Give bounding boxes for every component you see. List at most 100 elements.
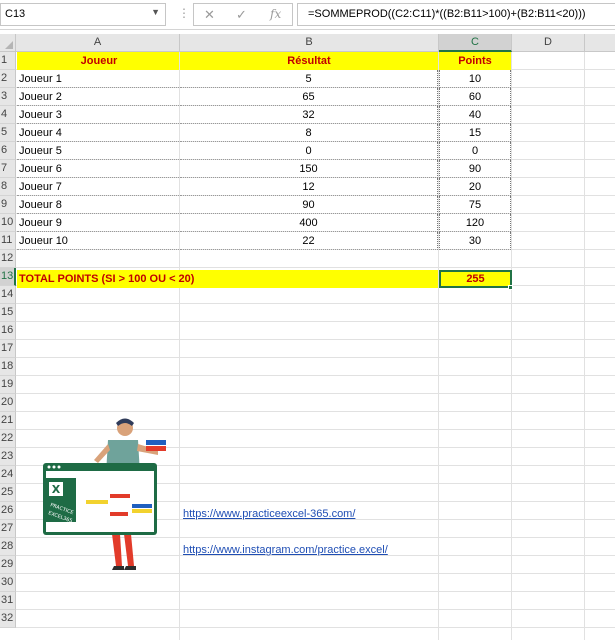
row-header-6[interactable]: 6 [0, 142, 16, 160]
cell-joueur[interactable]: Joueur 5 [17, 142, 179, 160]
cell-resultat[interactable]: 5 [180, 70, 438, 88]
cell-joueur[interactable]: Joueur 7 [17, 178, 179, 196]
row-header-15[interactable]: 15 [0, 304, 16, 322]
website-link[interactable]: https://www.practiceexcel-365.com/ [183, 508, 355, 520]
grid-line [16, 339, 615, 340]
row-header-32[interactable]: 32 [0, 610, 16, 628]
cell-points[interactable]: 60 [439, 88, 511, 106]
row-header-8[interactable]: 8 [0, 178, 16, 196]
row-header-23[interactable]: 23 [0, 448, 16, 466]
row-header-2[interactable]: 2 [0, 70, 16, 88]
row-header-7[interactable]: 7 [0, 160, 16, 178]
fill-handle[interactable] [508, 285, 513, 290]
cell-points[interactable]: 10 [439, 70, 511, 88]
row-header-12[interactable]: 12 [0, 250, 16, 268]
row-header-17[interactable]: 17 [0, 340, 16, 358]
grid-line [16, 591, 615, 592]
cell-resultat[interactable]: 150 [180, 160, 438, 178]
header-points[interactable]: Points [439, 52, 511, 70]
row-header-4[interactable]: 4 [0, 106, 16, 124]
cancel-icon[interactable]: ✕ [204, 7, 215, 23]
cell-points[interactable]: 0 [439, 142, 511, 160]
cell-points[interactable]: 75 [439, 196, 511, 214]
column-header-d[interactable]: D [512, 34, 585, 52]
cell-points[interactable]: 30 [439, 232, 511, 250]
chevron-down-icon[interactable]: ▼ [151, 7, 160, 17]
row-header-21[interactable]: 21 [0, 412, 16, 430]
row-header-19[interactable]: 19 [0, 376, 16, 394]
formula-input[interactable]: =SOMMEPROD((C2:C11)*((B2:B11>100)+(B2:B1… [297, 3, 615, 26]
row-header-14[interactable]: 14 [0, 286, 16, 304]
cell-points[interactable]: 20 [439, 178, 511, 196]
grid-line [16, 609, 615, 610]
cell-joueur[interactable]: Joueur 2 [17, 88, 179, 106]
row-header-31[interactable]: 31 [0, 592, 16, 610]
cell-joueur[interactable]: Joueur 1 [17, 70, 179, 88]
row-header-27[interactable]: 27 [0, 520, 16, 538]
row-header-1[interactable]: 1 [0, 52, 16, 70]
row-header-24[interactable]: 24 [0, 466, 16, 484]
grid-line [16, 411, 615, 412]
practice-excel-illustration: X PRACTICE EXCEL365 [43, 418, 166, 570]
row-header-22[interactable]: 22 [0, 430, 16, 448]
header-joueur[interactable]: Joueur [17, 52, 179, 70]
grid-line [16, 393, 615, 394]
cell-resultat[interactable]: 90 [180, 196, 438, 214]
column-header-b[interactable]: B [180, 34, 439, 52]
cell-resultat[interactable]: 400 [180, 214, 438, 232]
cell-resultat[interactable]: 22 [180, 232, 438, 250]
fx-icon[interactable]: fx [270, 7, 281, 21]
total-label[interactable]: TOTAL POINTS (SI > 100 OU < 20) [17, 270, 438, 288]
name-box[interactable]: C13 ▼ [0, 3, 166, 26]
row-header-13[interactable]: 13 [0, 268, 16, 286]
column-header-c[interactable]: C [439, 34, 512, 52]
column-header-a[interactable]: A [16, 34, 180, 52]
confirm-icon[interactable]: ✓ [236, 7, 247, 23]
cell-joueur[interactable]: Joueur 6 [17, 160, 179, 178]
grid-line [16, 303, 615, 304]
row-header-16[interactable]: 16 [0, 322, 16, 340]
cell-resultat[interactable]: 32 [180, 106, 438, 124]
select-all-corner[interactable] [0, 34, 16, 52]
cell-points[interactable]: 120 [439, 214, 511, 232]
row-header-5[interactable]: 5 [0, 124, 16, 142]
grid-line [16, 375, 615, 376]
row-header-29[interactable]: 29 [0, 556, 16, 574]
name-box-value: C13 [5, 8, 26, 20]
cell-joueur[interactable]: Joueur 10 [17, 232, 179, 250]
row-header-9[interactable]: 9 [0, 196, 16, 214]
row-header-11[interactable]: 11 [0, 232, 16, 250]
row-header-20[interactable]: 20 [0, 394, 16, 412]
cell-resultat[interactable]: 12 [180, 178, 438, 196]
column-header-e[interactable] [585, 34, 615, 52]
grid-line [16, 321, 615, 322]
cell-resultat[interactable]: 0 [180, 142, 438, 160]
row-header-10[interactable]: 10 [0, 214, 16, 232]
grid-line [16, 267, 615, 268]
row-header-28[interactable]: 28 [0, 538, 16, 556]
cell-resultat[interactable]: 65 [180, 88, 438, 106]
svg-text:X: X [52, 483, 61, 496]
row-header-18[interactable]: 18 [0, 358, 16, 376]
formula-bar: C13 ▼ ⋮ ✕ ✓ fx =SOMMEPROD((C2:C11)*((B2:… [0, 0, 615, 30]
cell-joueur[interactable]: Joueur 9 [17, 214, 179, 232]
cell-points[interactable]: 40 [439, 106, 511, 124]
formula-buttons: ✕ ✓ fx [193, 3, 293, 26]
total-value[interactable]: 255 [439, 270, 512, 288]
row-header-25[interactable]: 25 [0, 484, 16, 502]
row-header-26[interactable]: 26 [0, 502, 16, 520]
instagram-link[interactable]: https://www.instagram.com/practice.excel… [183, 544, 388, 556]
formula-text: =SOMMEPROD((C2:C11)*((B2:B11>100)+(B2:B1… [308, 8, 586, 20]
cell-resultat[interactable]: 8 [180, 124, 438, 142]
cell-points[interactable]: 90 [439, 160, 511, 178]
cell-joueur[interactable]: Joueur 8 [17, 196, 179, 214]
grid-line [16, 357, 615, 358]
row-header-30[interactable]: 30 [0, 574, 16, 592]
row-header-3[interactable]: 3 [0, 88, 16, 106]
cell-points[interactable]: 15 [439, 124, 511, 142]
drag-handle-icon[interactable]: ⋮ [178, 6, 190, 20]
cell-joueur[interactable]: Joueur 4 [17, 124, 179, 142]
header-resultat[interactable]: Résultat [180, 52, 438, 70]
cell-joueur[interactable]: Joueur 3 [17, 106, 179, 124]
grid-line [16, 627, 615, 628]
